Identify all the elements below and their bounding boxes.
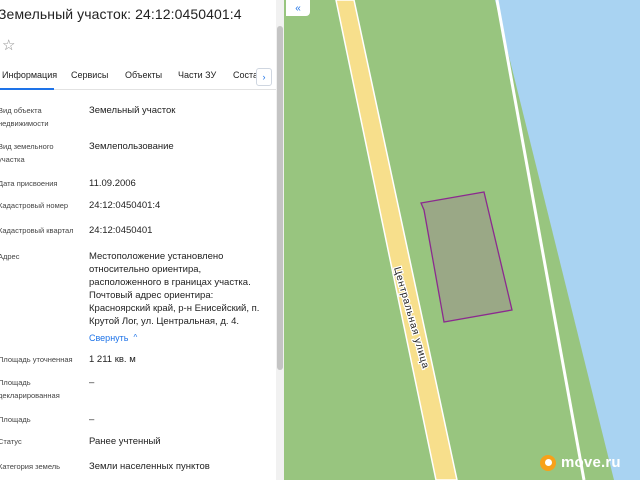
scrollbar-thumb[interactable] xyxy=(277,26,283,370)
row-label: Адрес xyxy=(0,252,20,261)
logo-pin-icon xyxy=(540,454,556,471)
map-view[interactable]: Центральная улица « move.ru xyxy=(284,0,640,480)
move-ru-logo[interactable]: move.ru xyxy=(540,454,621,471)
land-parcel-polygon xyxy=(420,191,513,323)
river-water xyxy=(495,0,640,480)
collapse-link[interactable]: Свернуть ^ xyxy=(89,333,137,343)
row-label: Вид земельного участка xyxy=(0,142,54,164)
row-value: – xyxy=(89,414,95,425)
row-value: – xyxy=(89,377,95,388)
row-label: Площадь уточненная xyxy=(0,355,73,364)
map-canvas: Центральная улица xyxy=(335,0,640,480)
panel-title: Земельный участок: 24:12:0450401:4 xyxy=(0,6,242,22)
row-label: Площадь декларированная xyxy=(0,378,60,400)
row-value: 24:12:0450401 xyxy=(89,225,153,236)
row-value: Земельный участок xyxy=(89,105,176,116)
logo-text: move.ru xyxy=(561,454,621,471)
tab-objects[interactable]: Объекты xyxy=(125,70,162,80)
chevron-up-icon: ^ xyxy=(133,333,138,342)
tab-services[interactable]: Сервисы xyxy=(71,70,108,80)
tabs-scroll-right-icon[interactable]: › xyxy=(256,68,272,86)
row-label: Площадь xyxy=(0,415,31,424)
row-value: Ранее учтенный xyxy=(89,436,161,447)
row-label: Дата присвоения xyxy=(0,179,58,188)
active-tab-indicator xyxy=(0,88,54,90)
row-value: 11.09.2006 xyxy=(89,178,136,189)
favorite-star-icon[interactable]: ☆ xyxy=(2,36,15,54)
row-label: Кадастровый номер xyxy=(0,201,69,210)
row-label: Категория земель xyxy=(0,462,61,471)
row-value: Землепользование xyxy=(89,141,174,152)
row-label: Статус xyxy=(0,437,22,446)
tab-composition[interactable]: Соста xyxy=(233,70,258,80)
tab-parcel-parts[interactable]: Части ЗУ xyxy=(178,70,216,80)
row-value: Земли населенных пунктов xyxy=(89,461,210,472)
row-value: 24:12:0450401:4 xyxy=(89,200,161,211)
row-value: Местоположение установлено относительно … xyxy=(89,251,260,327)
collapse-panel-button[interactable]: « xyxy=(286,0,310,16)
collapse-label: Свернуть xyxy=(89,333,129,343)
row-label: Кадастровый квартал xyxy=(0,226,74,235)
row-value: 1 211 кв. м xyxy=(89,354,136,365)
row-label: Вид объекта недвижимости xyxy=(0,106,49,128)
tab-info[interactable]: Информация xyxy=(2,70,57,80)
info-panel: Земельный участок: 24:12:0450401:4 ☆ Инф… xyxy=(0,0,284,480)
tab-bar: Информация Сервисы Объекты Части ЗУ Сост… xyxy=(0,64,276,90)
